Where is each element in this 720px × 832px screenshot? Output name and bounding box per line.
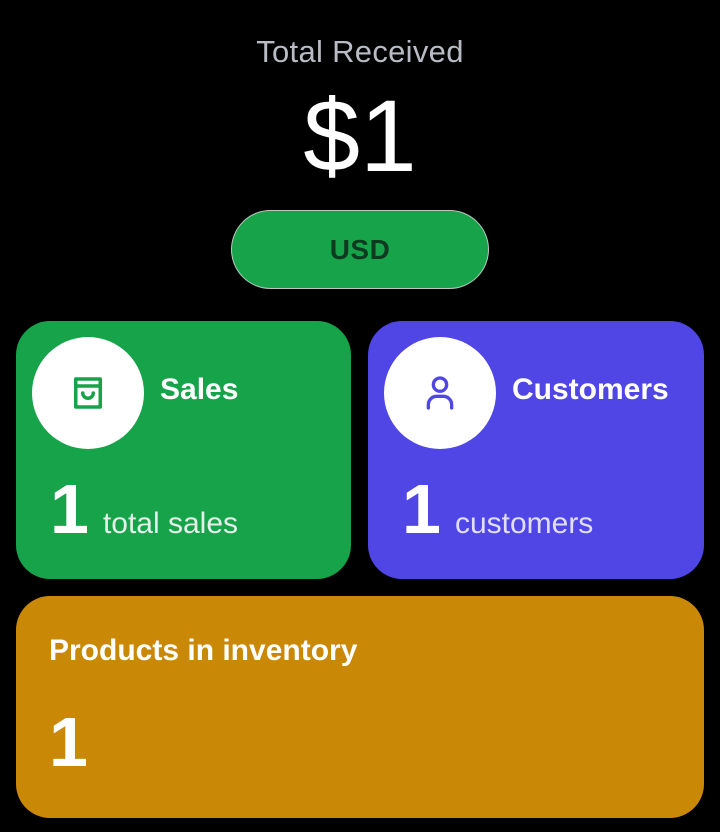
sales-value-row: 1 total sales	[50, 469, 238, 549]
currency-button[interactable]: USD	[231, 210, 489, 289]
sales-title: Sales	[160, 373, 239, 406]
sales-count: 1	[50, 470, 89, 548]
summary-header: Total Received $1 USD	[0, 0, 720, 300]
customers-card[interactable]: Customers 1 customers	[368, 321, 704, 579]
customers-title: Customers	[512, 373, 669, 406]
user-icon	[426, 376, 454, 410]
shopping-bag-icon	[74, 377, 102, 409]
customers-icon-badge	[384, 337, 496, 449]
inventory-card[interactable]: Products in inventory 1	[16, 596, 704, 818]
inventory-count: 1	[49, 703, 88, 781]
sales-card[interactable]: Sales 1 total sales	[16, 321, 351, 579]
sales-icon-badge	[32, 337, 144, 449]
customers-unit: customers	[454, 507, 594, 540]
total-received-amount: $1	[303, 79, 417, 193]
sales-unit: total sales	[102, 507, 239, 540]
total-received-label: Total Received	[256, 34, 464, 69]
inventory-title: Products in inventory	[49, 634, 358, 667]
customers-count: 1	[402, 470, 441, 548]
customers-value-row: 1 customers	[402, 469, 593, 549]
